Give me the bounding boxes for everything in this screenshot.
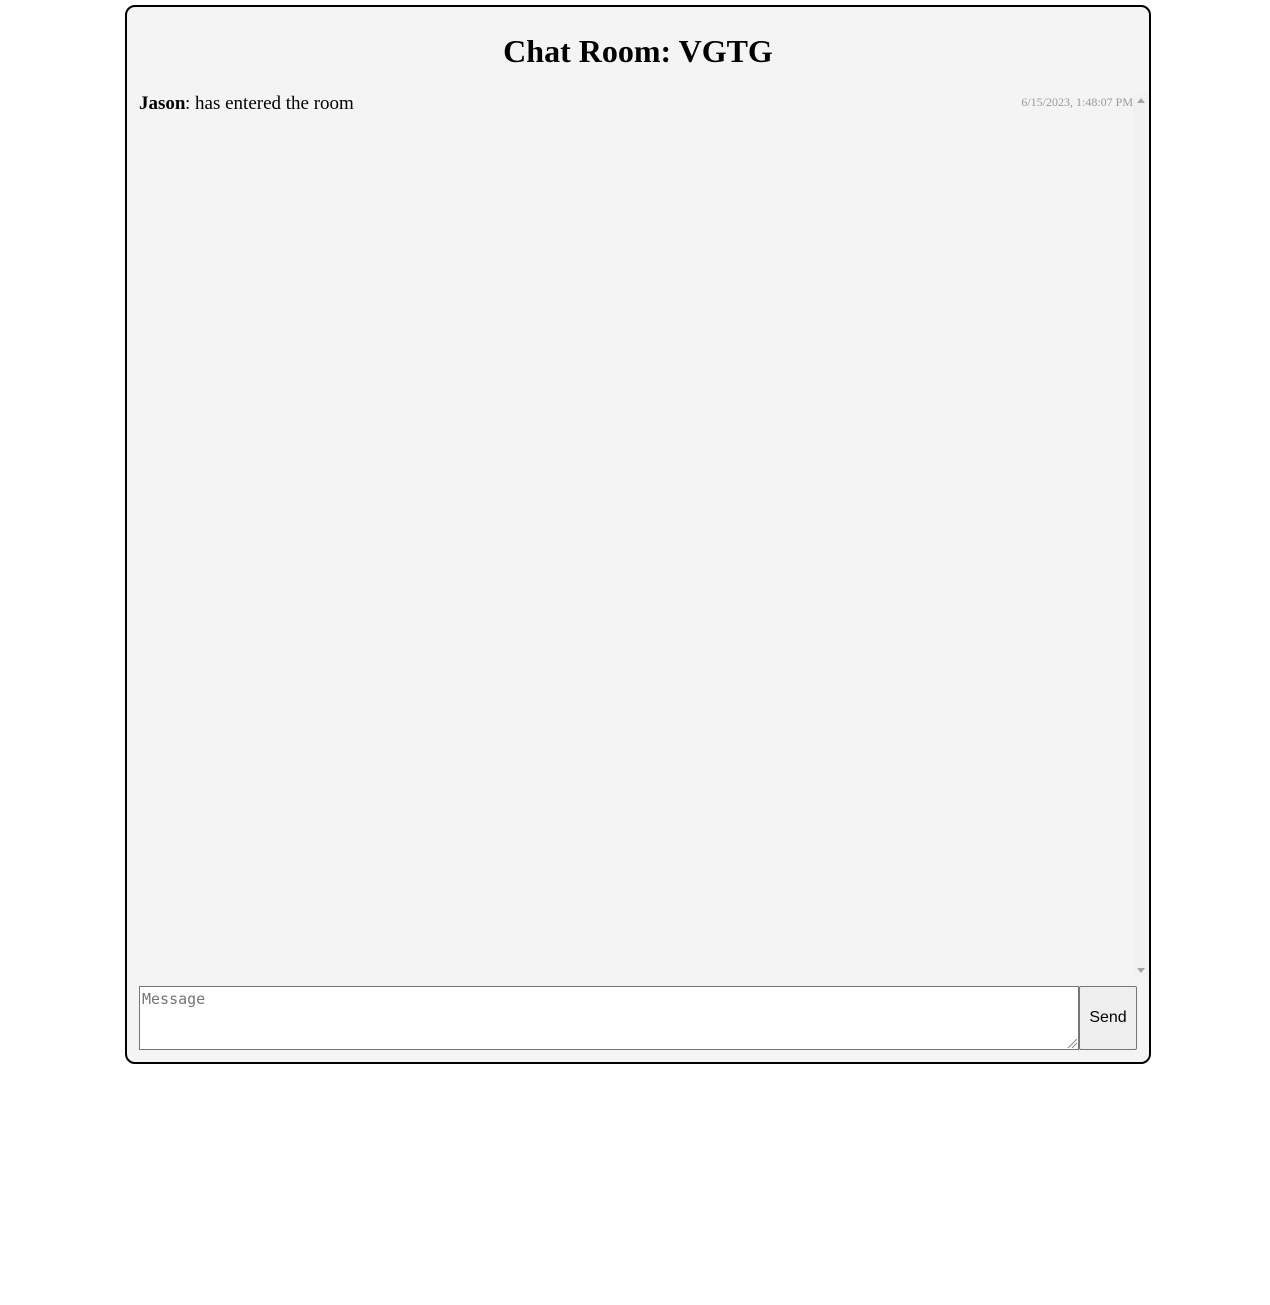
scroll-down-arrow-icon[interactable] (1133, 963, 1148, 977)
message-input[interactable] (139, 986, 1079, 1050)
resize-grip-icon[interactable] (1067, 1038, 1077, 1048)
scroll-up-arrow-icon[interactable] (1133, 93, 1148, 107)
message-list[interactable]: Jason : has entered the room 6/15/2023, … (139, 93, 1133, 977)
message-timestamp: 6/15/2023, 1:48:07 PM (1021, 95, 1133, 109)
message-list-scrollbar[interactable] (1133, 93, 1148, 977)
room-title: Chat Room: VGTG (503, 33, 773, 69)
message-author: Jason (139, 93, 186, 114)
send-button[interactable]: Send (1079, 986, 1137, 1050)
message-composer: Send (139, 986, 1137, 1050)
message-text: : has entered the room (185, 93, 354, 114)
chat-room-panel: Chat Room: VGTG Jason : has entered the … (125, 5, 1151, 1064)
message-item: Jason : has entered the room 6/15/2023, … (139, 93, 1133, 123)
